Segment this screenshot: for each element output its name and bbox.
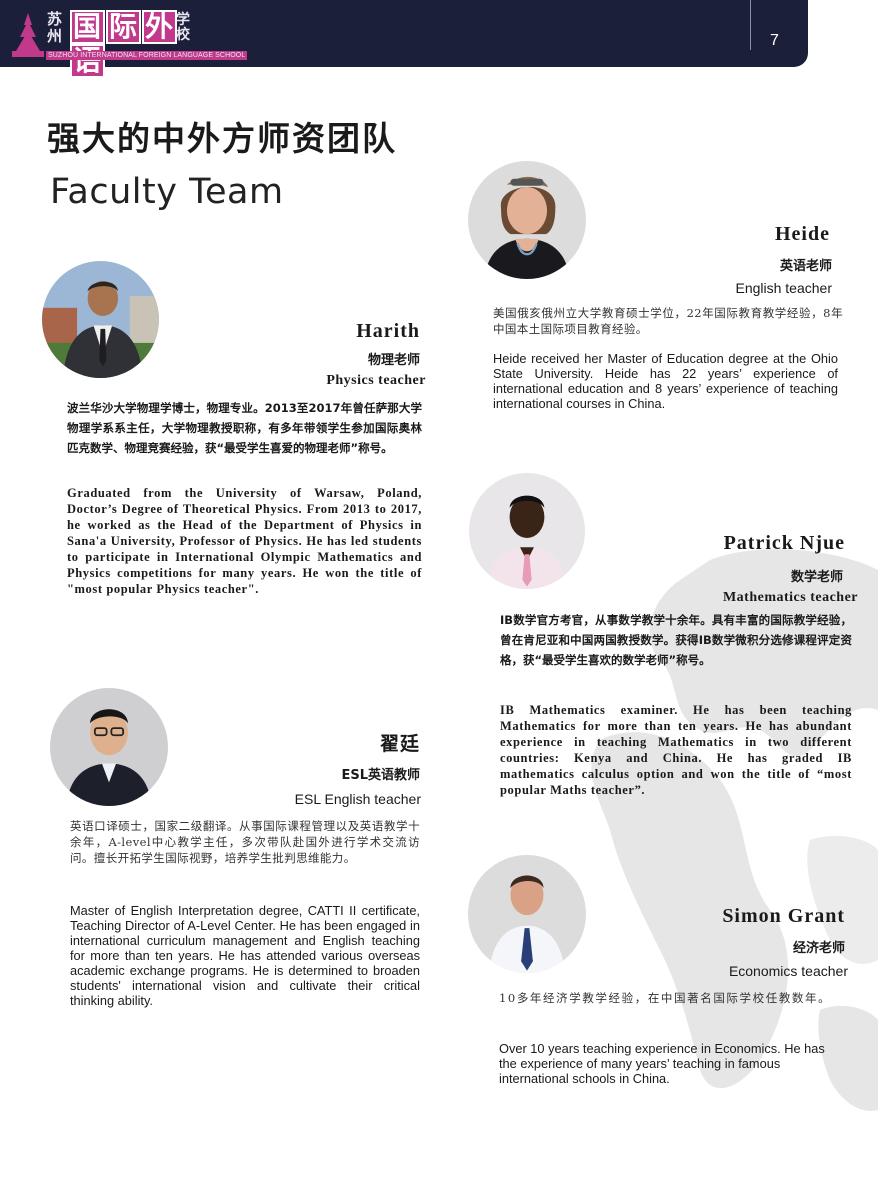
simon-name: Simon Grant: [722, 905, 845, 927]
harith-role-cn: 物理老师: [367, 353, 420, 368]
heide-role-en: English teacher: [735, 280, 832, 296]
page-title-en: Faculty Team: [50, 172, 284, 212]
harith-portrait: [42, 261, 159, 378]
heide-bio-cn: 美国俄亥俄州立大学教育硕士学位，22年国际教育教学经验，8年中国本土国际项目教育…: [493, 306, 843, 336]
zhai-photo: [50, 688, 168, 806]
patrick-bio-en: IB Mathematics examiner. He has been tea…: [500, 703, 852, 797]
school-logo: 苏州 国际外语 学校 SUZHOU INTERNATIONAL FOREIGN …: [10, 9, 248, 78]
harith-photo: [42, 261, 159, 378]
heide-role-cn: 英语老师: [779, 259, 832, 274]
harith-role-en: Physics teacher: [326, 373, 426, 388]
page-header: 苏州 国际外语 学校 SUZHOU INTERNATIONAL FOREIGN …: [0, 0, 808, 78]
zhai-bio-en: Master of English Interpretation degree,…: [70, 903, 420, 1008]
simon-bio-en: Over 10 years teaching experience in Eco…: [499, 1041, 825, 1086]
pagoda-icon: [12, 13, 44, 57]
header-divider: [750, 0, 751, 50]
logo-school-text: 学校: [176, 12, 190, 43]
page-number: 7: [770, 32, 779, 49]
harith-name: Harith: [356, 320, 420, 342]
simon-bio-cn: 10多年经济学教学经验，在中国著名国际学校任教数年。: [499, 991, 832, 1005]
zhai-role-cn: ESL英语教师: [341, 768, 420, 783]
page-title-cn: 强大的中外方师资团队: [47, 119, 397, 158]
simon-portrait: [468, 855, 586, 973]
simon-role-cn: 经济老师: [792, 941, 845, 956]
logo-city-text: 苏州: [47, 10, 63, 45]
logo-english-name: SUZHOU INTERNATIONAL FOREIGN LANGUAGE SC…: [46, 51, 248, 60]
zhai-name: 翟廷: [379, 733, 420, 755]
heide-portrait: [468, 161, 586, 279]
heide-bio-en: Heide received her Master of Education d…: [493, 351, 838, 411]
simon-photo: [468, 855, 586, 973]
heide-photo: [468, 161, 586, 279]
zhai-portrait: [50, 688, 168, 806]
heide-name: Heide: [775, 223, 830, 245]
patrick-bio-cn: IB数学官方考官，从事数学教学十余年。具有丰富的国际教学经验，曾在肯尼亚和中国两…: [500, 613, 852, 667]
patrick-name: Patrick Njue: [723, 532, 845, 554]
simon-role-en: Economics teacher: [728, 963, 848, 979]
zhai-bio-cn: 英语口译硕士，国家二级翻译。从事国际课程管理以及英语教学十余年，A-level中…: [70, 819, 420, 865]
patrick-photo: [469, 473, 585, 589]
harith-bio-en: Graduated from the University of Warsaw,…: [67, 486, 422, 596]
patrick-role-cn: 数学老师: [790, 570, 843, 585]
patrick-portrait: [469, 473, 585, 589]
patrick-role-en: Mathematics teacher: [722, 590, 858, 605]
zhai-role-en: ESL English teacher: [294, 791, 421, 807]
harith-bio-cn: 波兰华沙大学物理学博士，物理专业。2013至2017年曾任萨那大学物理学系系主任…: [67, 401, 422, 455]
